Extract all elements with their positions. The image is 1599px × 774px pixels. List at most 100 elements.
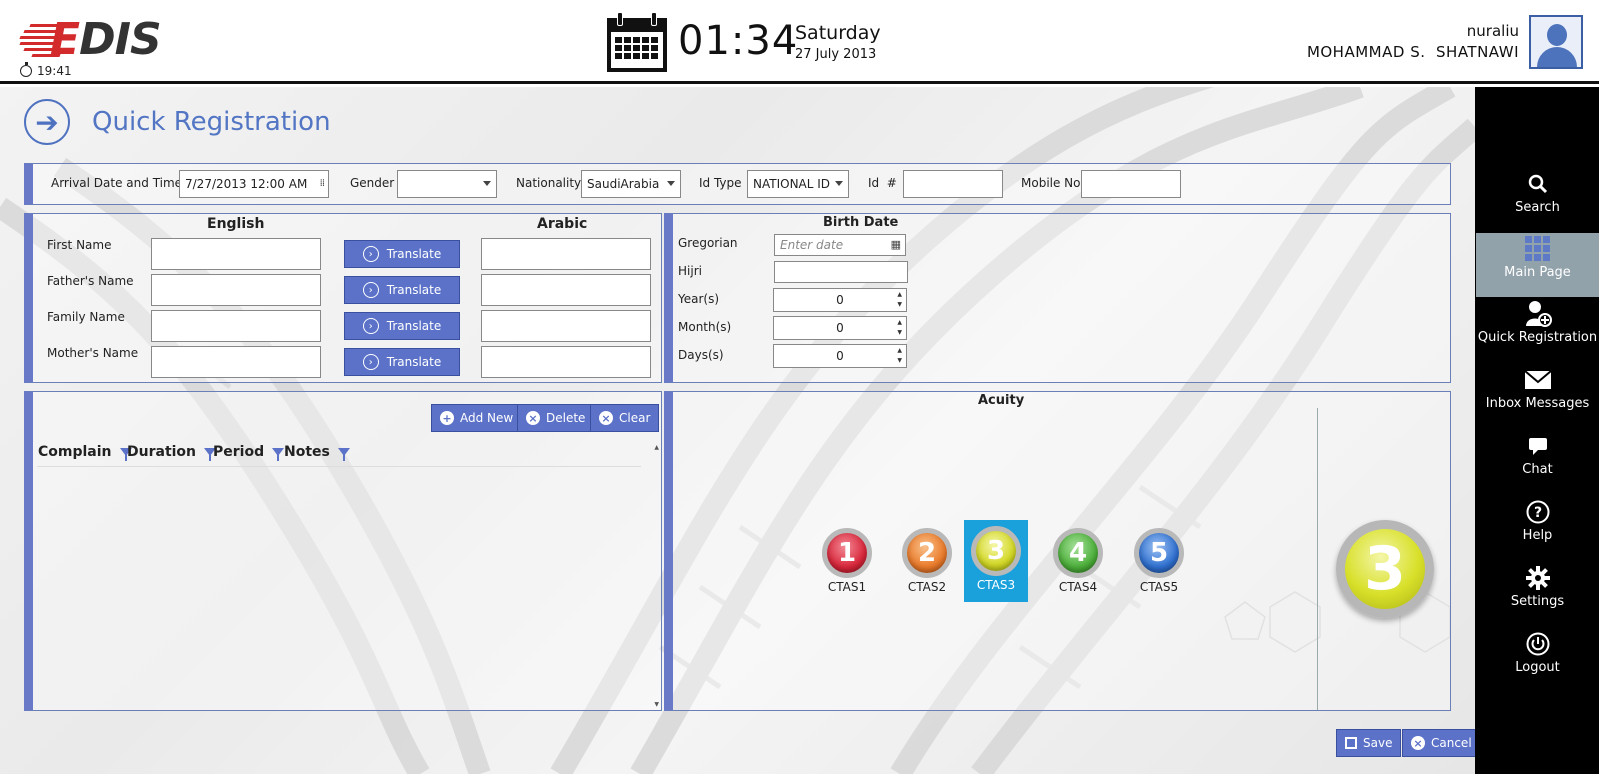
- scroll-up-icon[interactable]: ▲: [654, 444, 659, 451]
- sidebar-item-quick-registration[interactable]: Quick Registration: [1476, 298, 1599, 362]
- small-clock: 19:41: [20, 62, 72, 78]
- arrow-right-icon: ➔: [24, 99, 70, 145]
- ctas3-option[interactable]: 3 CTAS3: [964, 520, 1028, 602]
- column-notes[interactable]: Notes: [284, 444, 350, 461]
- nationality-select[interactable]: SaudiArabia: [581, 170, 681, 198]
- ctas2-option[interactable]: 2 CTAS2: [895, 522, 959, 602]
- close-icon: ×: [599, 411, 613, 425]
- sidebar-item-inbox-messages[interactable]: Inbox Messages: [1476, 364, 1599, 428]
- father-name-label: Father's Name: [47, 274, 134, 288]
- chevron-down-icon: [667, 181, 675, 186]
- hijri-label: Hijri: [678, 264, 702, 278]
- current-date: 27 July 2013: [795, 47, 877, 62]
- plus-icon: +: [440, 411, 454, 425]
- selected-acuity-indicator: 3: [1336, 520, 1434, 618]
- chat-icon: [1476, 430, 1599, 462]
- family-name-label: Family Name: [47, 310, 125, 324]
- sidebar-item-main-page[interactable]: Main Page: [1476, 233, 1599, 297]
- cancel-button[interactable]: × Cancel: [1402, 729, 1475, 757]
- page-header: ➔ Quick Registration: [24, 99, 331, 145]
- acuity-heading: Acuity: [978, 393, 1025, 408]
- power-icon: [1476, 628, 1599, 660]
- acuity-divider: [1317, 408, 1318, 710]
- chevron-right-icon: ›: [362, 246, 379, 262]
- years-stepper[interactable]: 0 ▲ ▼: [773, 288, 907, 312]
- clear-button[interactable]: × Clear: [590, 404, 660, 432]
- ctas5-icon: 5: [1134, 528, 1184, 578]
- datetime-picker-icon[interactable]: ⁞⁞: [320, 178, 325, 189]
- sidebar-item-search[interactable]: Search: [1476, 168, 1599, 232]
- days-stepper[interactable]: 0 ▲ ▼: [773, 344, 907, 368]
- filter-icon[interactable]: [272, 448, 285, 461]
- gregorian-date-input[interactable]: Enter date ▦: [774, 234, 906, 256]
- search-icon: [1476, 168, 1599, 200]
- mobile-label: Mobile No: [1021, 176, 1081, 190]
- sidebar-item-settings[interactable]: Settings: [1476, 562, 1599, 626]
- ctas3-icon: 3: [971, 526, 1021, 576]
- mother-name-arabic-input[interactable]: [481, 346, 651, 378]
- arrival-datetime-input[interactable]: 7/27/2013 12:00 AM ⁞⁞: [179, 170, 329, 198]
- add-new-button[interactable]: + Add New: [431, 404, 523, 432]
- step-up-icon[interactable]: ▲: [897, 291, 902, 298]
- filter-icon[interactable]: [337, 448, 350, 461]
- step-up-icon[interactable]: ▲: [897, 319, 902, 326]
- father-name-english-input[interactable]: [151, 274, 321, 306]
- column-duration[interactable]: Duration: [127, 444, 217, 461]
- mail-icon: [1476, 364, 1599, 396]
- days-label: Days(s): [678, 348, 724, 362]
- ctas1-option[interactable]: 1 CTAS1: [815, 522, 879, 602]
- column-complain[interactable]: Complain: [38, 444, 132, 461]
- save-button[interactable]: Save: [1336, 729, 1402, 757]
- gender-label: Gender: [350, 176, 395, 190]
- mother-name-english-input[interactable]: [151, 346, 321, 378]
- translate-mother-name-button[interactable]: › Translate: [344, 348, 460, 376]
- step-down-icon[interactable]: ▼: [897, 301, 902, 308]
- close-icon: ×: [526, 411, 540, 425]
- ctas1-icon: 1: [822, 528, 872, 578]
- ctas4-icon: 4: [1053, 528, 1103, 578]
- family-name-arabic-input[interactable]: [481, 310, 651, 342]
- months-stepper[interactable]: 0 ▲ ▼: [773, 316, 907, 340]
- arrival-panel: Arrival Date and Time 7/27/2013 12:00 AM…: [24, 163, 1451, 205]
- complaints-panel: + Add New × Delete × Clear Complain Duratio…: [24, 391, 662, 711]
- add-user-icon: [1476, 298, 1599, 330]
- sidebar-item-logout[interactable]: Logout: [1476, 628, 1599, 692]
- step-down-icon[interactable]: ▼: [897, 357, 902, 364]
- family-name-english-input[interactable]: [151, 310, 321, 342]
- years-label: Year(s): [678, 292, 720, 306]
- ctas4-option[interactable]: 4 CTAS4: [1046, 522, 1110, 602]
- ctas5-option[interactable]: 5 CTAS5: [1127, 522, 1191, 602]
- birth-date-heading: Birth Date: [823, 215, 899, 230]
- current-day: Saturday: [795, 22, 881, 44]
- translate-family-name-button[interactable]: › Translate: [344, 312, 460, 340]
- step-up-icon[interactable]: ▲: [897, 347, 902, 354]
- username: nuraliu: [1466, 22, 1519, 40]
- id-number-input[interactable]: [903, 170, 1003, 198]
- calendar-picker-icon[interactable]: ▦: [891, 238, 901, 251]
- gender-select[interactable]: [397, 170, 497, 198]
- mother-name-label: Mother's Name: [47, 346, 139, 360]
- translate-first-name-button[interactable]: › Translate: [344, 240, 460, 268]
- chevron-right-icon: ›: [362, 282, 379, 298]
- close-icon: ×: [1411, 736, 1425, 750]
- gregorian-placeholder: Enter date: [780, 238, 844, 252]
- scroll-down-icon[interactable]: ▼: [654, 701, 659, 708]
- arrival-value: 7/27/2013 12:00 AM: [185, 177, 308, 191]
- step-down-icon[interactable]: ▼: [897, 329, 902, 336]
- father-name-arabic-input[interactable]: [481, 274, 651, 306]
- calendar-icon: [607, 12, 667, 72]
- first-name-arabic-input[interactable]: [481, 238, 651, 270]
- floppy-disk-icon: [1345, 737, 1357, 749]
- sidebar-item-help[interactable]: ? Help: [1476, 496, 1599, 560]
- column-period[interactable]: Period: [213, 444, 285, 461]
- translate-father-name-button[interactable]: › Translate: [344, 276, 460, 304]
- id-type-select[interactable]: NATIONAL ID: [747, 170, 849, 198]
- mobile-input[interactable]: [1081, 170, 1181, 198]
- delete-button[interactable]: × Delete: [517, 404, 595, 432]
- avatar[interactable]: [1529, 15, 1583, 69]
- hijri-date-input[interactable]: [774, 261, 908, 283]
- first-name-english-input[interactable]: [151, 238, 321, 270]
- sidebar-item-chat[interactable]: Chat: [1476, 430, 1599, 494]
- chevron-right-icon: ›: [362, 318, 379, 334]
- id-type-label: Id Type: [699, 176, 742, 190]
